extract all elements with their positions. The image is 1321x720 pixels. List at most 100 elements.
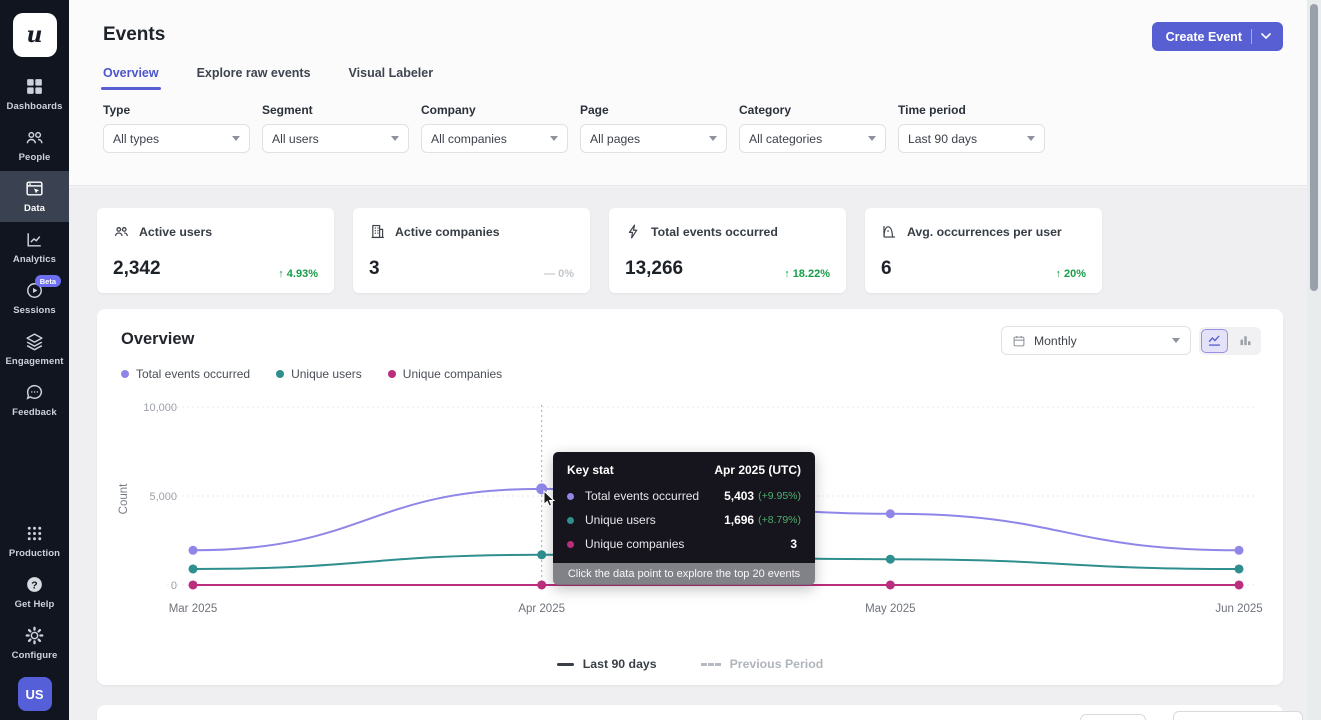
tooltip-date: Apr 2025 (UTC) (714, 463, 801, 477)
app-window: u Dashboards People Data Analytics Beta (0, 0, 1321, 720)
filter-page: Page All pages (580, 103, 733, 153)
people-icon (26, 131, 43, 144)
page-select[interactable]: All pages (580, 124, 727, 153)
sidebar-item-data[interactable]: Data (0, 171, 69, 222)
stat-delta: ↑ 20% (1055, 268, 1086, 280)
filter-label: Company (421, 103, 476, 117)
mouse-cursor (543, 490, 556, 507)
sidebar-item-sessions[interactable]: Beta Sessions (0, 273, 69, 324)
delta-value: 0% (558, 268, 574, 280)
legend-previous-period[interactable]: Previous Period (700, 657, 824, 671)
stat-delta: —0% (544, 268, 574, 280)
delta-value: 18.22% (792, 268, 830, 280)
type-select[interactable]: All types (103, 124, 250, 153)
tooltip-label: Unique users (585, 513, 656, 527)
solid-line-swatch (556, 662, 574, 666)
select-value: All pages (590, 131, 641, 146)
trend-flat-icon: — (544, 268, 556, 280)
trend-up-icon: ↑ (1055, 268, 1061, 280)
filter-label: Category (739, 103, 792, 117)
filter-label: Segment (262, 103, 313, 117)
caret-down-icon (1027, 136, 1035, 141)
tooltip-label: Unique companies (585, 537, 685, 551)
svg-text:?: ? (31, 579, 37, 591)
sidebar-item-people[interactable]: People (0, 120, 69, 171)
sidebar-item-engagement[interactable]: Engagement (0, 324, 69, 375)
trend-up-icon: ↑ (278, 268, 284, 280)
select-value: All users (272, 131, 319, 146)
svg-text:May 2025: May 2025 (865, 603, 916, 615)
tab-visual-labeler[interactable]: Visual Labeler (349, 66, 434, 90)
chart-point[interactable] (188, 545, 198, 555)
select-value: All categories (749, 131, 823, 146)
chart-point[interactable] (885, 509, 895, 519)
tooltip-value: 1,696 (724, 513, 755, 527)
stat-value: 13,266 (625, 258, 684, 279)
create-event-label: Create Event (1165, 29, 1242, 44)
stat-card-active-companies: Active companies 3 —0% (353, 208, 590, 293)
scrollbar-thumb[interactable] (1310, 4, 1318, 291)
sidebar-item-label: Sessions (13, 305, 56, 316)
stat-card-row: Active users 2,342 ↑ 4.93% Active compani… (97, 208, 1307, 293)
chart-point[interactable] (1234, 564, 1244, 574)
create-event-button[interactable]: Create Event (1151, 22, 1283, 51)
caret-down-icon (868, 136, 876, 141)
sidebar-item-production[interactable]: Production (0, 516, 69, 567)
company-select[interactable]: All companies (421, 124, 568, 153)
filter-company: Company All companies (421, 103, 574, 153)
sidebar-item-get-help[interactable]: ? Get Help (0, 567, 69, 618)
tab-explore-raw-events[interactable]: Explore raw events (197, 66, 311, 90)
filter-segment: Segment All users (262, 103, 415, 153)
partial-control-button[interactable] (1080, 714, 1146, 720)
category-select[interactable]: All categories (739, 124, 886, 153)
chart-point[interactable] (1234, 545, 1244, 555)
sidebar-item-feedback[interactable]: Feedback (0, 375, 69, 426)
caret-down-icon (550, 136, 558, 141)
userpilot-logo[interactable]: u (12, 13, 57, 57)
dashed-line-swatch (700, 662, 721, 666)
sidebar-item-configure[interactable]: Configure (0, 618, 69, 669)
svg-text:Jun 2025: Jun 2025 (1215, 603, 1262, 615)
data-icon (26, 181, 43, 196)
series-period-legend: Last 90 days Previous Period (97, 657, 1283, 671)
chart-point[interactable] (537, 550, 547, 560)
stat-title: Total events occurred (651, 224, 778, 239)
partial-control-select[interactable] (1173, 711, 1303, 720)
chart-point[interactable] (537, 580, 547, 590)
tooltip-label: Total events occurred (585, 489, 700, 503)
feedback-icon (26, 384, 43, 400)
filter-label: Type (103, 103, 131, 117)
sidebar-item-label: Dashboards (6, 101, 63, 112)
tooltip-title: Key stat (567, 463, 614, 477)
stat-value: 6 (881, 258, 892, 279)
tab-overview[interactable]: Overview (101, 66, 161, 90)
time-period-select[interactable]: Last 90 days (898, 124, 1045, 153)
sidebar-item-dashboards[interactable]: Dashboards (0, 69, 69, 120)
page-scrollbar[interactable] (1307, 0, 1321, 720)
tooltip-row: Total events occurred 5,403 (+9.95%) (567, 489, 801, 503)
sidebar-item-analytics[interactable]: Analytics (0, 222, 69, 273)
filter-label: Time period (898, 103, 966, 117)
chart-point[interactable] (885, 554, 895, 564)
tooltip-value: 5,403 (724, 489, 755, 503)
svg-text:Mar 2025: Mar 2025 (169, 603, 218, 615)
tooltip-footer-hint: Click the data point to explore the top … (553, 563, 815, 585)
segment-select[interactable]: All users (262, 124, 409, 153)
tooltip-dot (567, 492, 574, 500)
tooltip-delta: (+9.95%) (758, 490, 801, 502)
next-section-card (97, 705, 1303, 720)
chart-point[interactable] (188, 580, 198, 590)
legend-label: Previous Period (729, 657, 824, 671)
user-avatar[interactable]: US (17, 677, 52, 711)
legend-last-90-days[interactable]: Last 90 days (556, 657, 657, 671)
active-companies-icon (371, 224, 384, 239)
svg-text:Count: Count (118, 483, 130, 514)
stat-value: 2,342 (113, 258, 161, 279)
sidebar-item-label: Analytics (12, 254, 57, 265)
chart-point[interactable] (1234, 580, 1244, 590)
tooltip-row: Unique companies 3 (567, 537, 801, 551)
tooltip-dot (567, 516, 574, 524)
chart-point[interactable] (885, 580, 895, 590)
chart-point[interactable] (188, 564, 198, 574)
tooltip-row: Unique users 1,696 (+8.79%) (567, 513, 801, 527)
